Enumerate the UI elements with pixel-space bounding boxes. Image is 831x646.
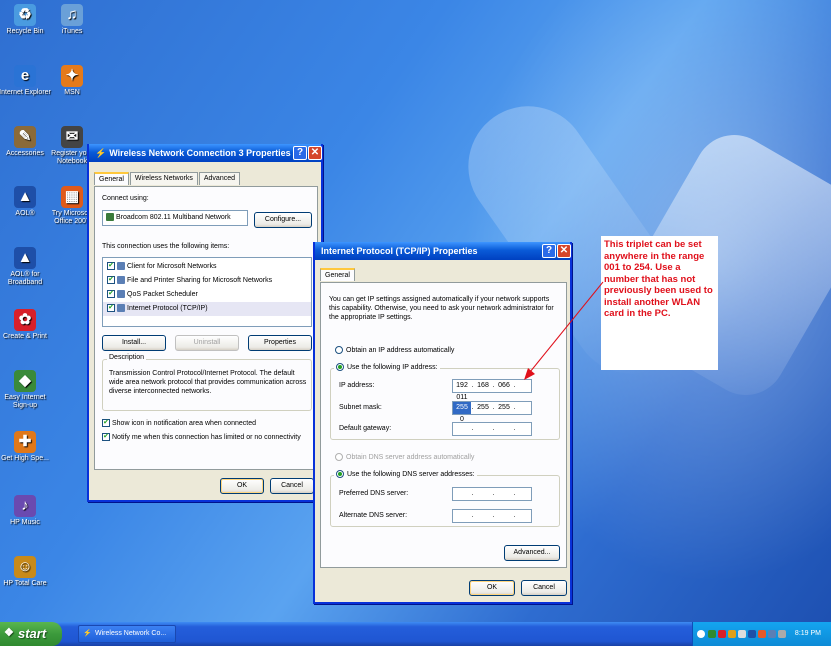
windows-flag-icon: ❖ (4, 627, 14, 639)
tray-security-icon[interactable] (718, 630, 726, 638)
taskbar-clock[interactable]: 8:19 PM (795, 622, 821, 646)
taskbar: ❖ start ⚡ Wireless Network Co... 8:19 PM (0, 622, 831, 646)
tray-update-icon[interactable] (728, 630, 736, 638)
start-label: start (18, 626, 47, 641)
tray-misc-icon[interactable] (778, 630, 786, 638)
tray-aol-icon[interactable] (748, 630, 756, 638)
system-tray: 8:19 PM (692, 622, 831, 646)
annotation-arrow (524, 281, 604, 380)
tray-wireless-icon[interactable] (758, 630, 766, 638)
network-icon: ⚡ (83, 630, 92, 637)
taskbar-item-wireless[interactable]: ⚡ Wireless Network Co... (78, 625, 176, 643)
tray-hp-icon[interactable] (768, 630, 776, 638)
tray-volume-icon[interactable] (738, 630, 746, 638)
tray-arrow-icon[interactable] (697, 630, 705, 638)
tray-network-icon[interactable] (708, 630, 716, 638)
taskbar-item-label: Wireless Network Co... (95, 630, 167, 637)
start-button[interactable]: ❖ start (0, 622, 62, 646)
